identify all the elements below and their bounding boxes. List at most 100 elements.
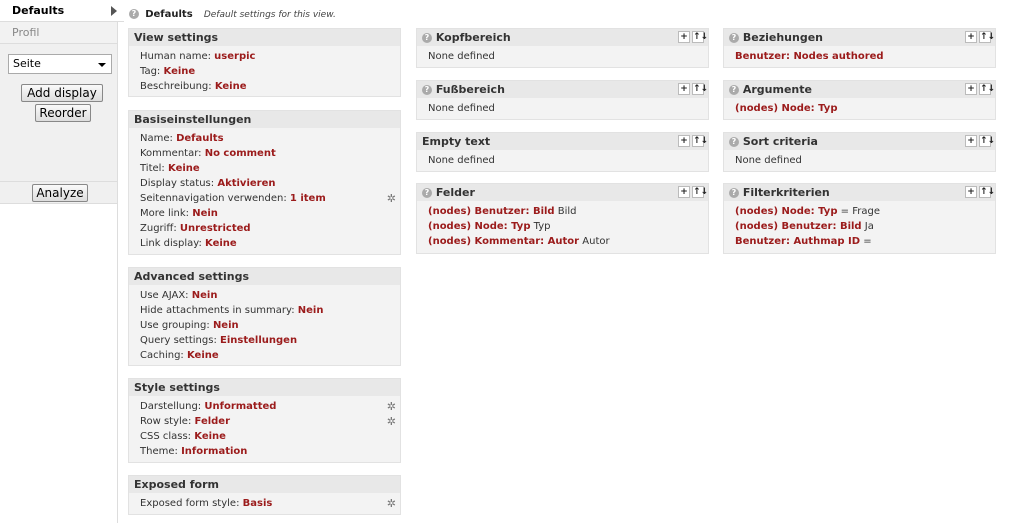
setting-zugriff[interactable]: Zugriff: Unrestricted bbox=[140, 221, 400, 236]
panel-title: Exposed form bbox=[129, 476, 400, 493]
advanced-settings-panel: Advanced settings Use AJAX: Nein Hide at… bbox=[128, 267, 401, 366]
panel-header: ? Felder + ↑↓ bbox=[417, 184, 708, 201]
rearrange-icon[interactable]: ↑↓ bbox=[692, 135, 708, 147]
setting-link-display[interactable]: Link display: Keine bbox=[140, 236, 400, 251]
help-icon[interactable]: ? bbox=[422, 188, 432, 198]
panel-title: Beziehungen bbox=[742, 31, 823, 44]
setting-hide-attachments[interactable]: Hide attachments in summary: Nein bbox=[140, 303, 400, 318]
rearrange-icon[interactable]: ↑↓ bbox=[979, 83, 995, 95]
add-icon[interactable]: + bbox=[678, 83, 690, 95]
view-settings-panel: View settings Human name: userpic Tag: K… bbox=[128, 28, 401, 97]
setting-row-style[interactable]: Row style: Felder ✲ bbox=[140, 414, 400, 429]
setting-beschreibung[interactable]: Beschreibung: Keine bbox=[140, 79, 400, 94]
display-header: ? Defaults Default settings for this vie… bbox=[129, 9, 336, 20]
rearrange-icon[interactable]: ↑↓ bbox=[979, 186, 995, 198]
empty-placeholder: None defined bbox=[735, 155, 802, 166]
setting-seitennavigation[interactable]: Seitennavigation verwenden: 1 item ✲ bbox=[140, 191, 400, 206]
panel-title: Kopfbereich bbox=[435, 31, 511, 44]
chevron-down-icon bbox=[98, 63, 106, 67]
field-item[interactable]: (nodes) Node: Typ Typ bbox=[428, 219, 708, 234]
help-icon[interactable]: ? bbox=[422, 85, 432, 95]
field-item[interactable]: (nodes) Benutzer: Bild Bild bbox=[428, 204, 708, 219]
add-icon[interactable]: + bbox=[965, 31, 977, 43]
rearrange-icon[interactable]: ↑↓ bbox=[692, 31, 708, 43]
setting-tag[interactable]: Tag: Keine bbox=[140, 64, 400, 79]
add-icon[interactable]: + bbox=[678, 31, 690, 43]
display-type-select[interactable]: Seite bbox=[8, 54, 112, 74]
gear-icon[interactable]: ✲ bbox=[387, 416, 396, 427]
empty-placeholder: None defined bbox=[428, 155, 495, 166]
setting-titel[interactable]: Titel: Keine bbox=[140, 161, 400, 176]
panel-title: Argumente bbox=[742, 83, 812, 96]
panel-header: ? Kopfbereich + ↑↓ bbox=[417, 29, 708, 46]
gear-icon[interactable]: ✲ bbox=[387, 193, 396, 204]
tab-active-arrow-icon bbox=[111, 6, 117, 16]
argument-item[interactable]: (nodes) Node: Typ bbox=[735, 101, 995, 116]
help-icon[interactable]: ? bbox=[129, 9, 139, 19]
field-item[interactable]: (nodes) Kommentar: Autor Autor bbox=[428, 234, 708, 249]
tab-defaults[interactable]: Defaults bbox=[0, 0, 124, 22]
gear-icon[interactable]: ✲ bbox=[387, 498, 396, 509]
setting-name[interactable]: Name: Defaults bbox=[140, 131, 400, 146]
setting-kommentar[interactable]: Kommentar: No comment bbox=[140, 146, 400, 161]
panel-title: Felder bbox=[435, 186, 475, 199]
reorder-button[interactable]: Reorder bbox=[35, 104, 91, 122]
help-icon[interactable]: ? bbox=[729, 137, 739, 147]
display-sidebar: Defaults Profil Seite Add display Reorde… bbox=[0, 0, 124, 523]
display-type-value: Seite bbox=[13, 57, 41, 70]
gear-icon[interactable]: ✲ bbox=[387, 401, 396, 412]
panel-title: Advanced settings bbox=[129, 268, 400, 285]
panel-title: View settings bbox=[129, 29, 400, 46]
rearrange-icon[interactable]: ↑↓ bbox=[979, 135, 995, 147]
argumente-panel: ? Argumente + ↑↓ (nodes) Node: Typ bbox=[723, 80, 996, 120]
setting-css-class[interactable]: CSS class: Keine bbox=[140, 429, 400, 444]
exposed-form-panel: Exposed form Exposed form style: Basis ✲ bbox=[128, 475, 401, 515]
add-display-button[interactable]: Add display bbox=[21, 84, 103, 102]
help-icon[interactable]: ? bbox=[729, 188, 739, 198]
setting-use-ajax[interactable]: Use AJAX: Nein bbox=[140, 288, 400, 303]
setting-exposed-form-style[interactable]: Exposed form style: Basis ✲ bbox=[140, 496, 400, 511]
filter-item[interactable]: (nodes) Benutzer: Bild Ja bbox=[735, 219, 995, 234]
add-icon[interactable]: + bbox=[678, 135, 690, 147]
panel-title: Empty text bbox=[422, 135, 491, 148]
rearrange-icon[interactable]: ↑↓ bbox=[692, 186, 708, 198]
sort-criteria-panel: ? Sort criteria + ↑↓ None defined bbox=[723, 132, 996, 172]
rearrange-icon[interactable]: ↑↓ bbox=[692, 83, 708, 95]
style-settings-panel: Style settings Darstellung: Unformatted … bbox=[128, 378, 401, 463]
add-icon[interactable]: + bbox=[965, 135, 977, 147]
setting-more-link[interactable]: More link: Nein bbox=[140, 206, 400, 221]
help-icon[interactable]: ? bbox=[422, 33, 432, 43]
empty-placeholder: None defined bbox=[428, 51, 495, 62]
panel-title: Fußbereich bbox=[435, 83, 505, 96]
add-icon[interactable]: + bbox=[678, 186, 690, 198]
add-icon[interactable]: + bbox=[965, 186, 977, 198]
panel-header: Empty text + ↑↓ bbox=[417, 133, 708, 150]
filter-item[interactable]: (nodes) Node: Typ = Frage bbox=[735, 204, 995, 219]
setting-use-grouping[interactable]: Use grouping: Nein bbox=[140, 318, 400, 333]
panel-header: ? Sort criteria + ↑↓ bbox=[724, 133, 995, 150]
add-icon[interactable]: + bbox=[965, 83, 977, 95]
empty-placeholder: None defined bbox=[428, 103, 495, 114]
setting-query-settings[interactable]: Query settings: Einstellungen bbox=[140, 333, 400, 348]
help-icon[interactable]: ? bbox=[729, 33, 739, 43]
panel-header: ? Fußbereich + ↑↓ bbox=[417, 81, 708, 98]
setting-caching[interactable]: Caching: Keine bbox=[140, 348, 400, 363]
tab-profil[interactable]: Profil bbox=[0, 22, 117, 44]
filter-item[interactable]: Benutzer: Authmap ID = bbox=[735, 234, 995, 249]
relationship-item[interactable]: Benutzer: Nodes authored bbox=[735, 49, 995, 64]
panel-header: ? Beziehungen + ↑↓ bbox=[724, 29, 995, 46]
setting-display-status[interactable]: Display status: Aktivieren bbox=[140, 176, 400, 191]
rearrange-icon[interactable]: ↑↓ bbox=[979, 31, 995, 43]
analyze-button[interactable]: Analyze bbox=[32, 184, 88, 202]
setting-theme[interactable]: Theme: Information bbox=[140, 444, 400, 459]
help-icon[interactable]: ? bbox=[729, 85, 739, 95]
panel-header: ? Argumente + ↑↓ bbox=[724, 81, 995, 98]
panel-title: Sort criteria bbox=[742, 135, 818, 148]
setting-human-name[interactable]: Human name: userpic bbox=[140, 49, 400, 64]
felder-panel: ? Felder + ↑↓ (nodes) Benutzer: Bild Bild… bbox=[416, 183, 709, 254]
filterkriterien-panel: ? Filterkriterien + ↑↓ (nodes) Node: Typ … bbox=[723, 183, 996, 254]
display-description: Default settings for this view. bbox=[203, 10, 336, 20]
empty-text-panel: Empty text + ↑↓ None defined bbox=[416, 132, 709, 172]
setting-darstellung[interactable]: Darstellung: Unformatted ✲ bbox=[140, 399, 400, 414]
panel-title: Style settings bbox=[129, 379, 400, 396]
